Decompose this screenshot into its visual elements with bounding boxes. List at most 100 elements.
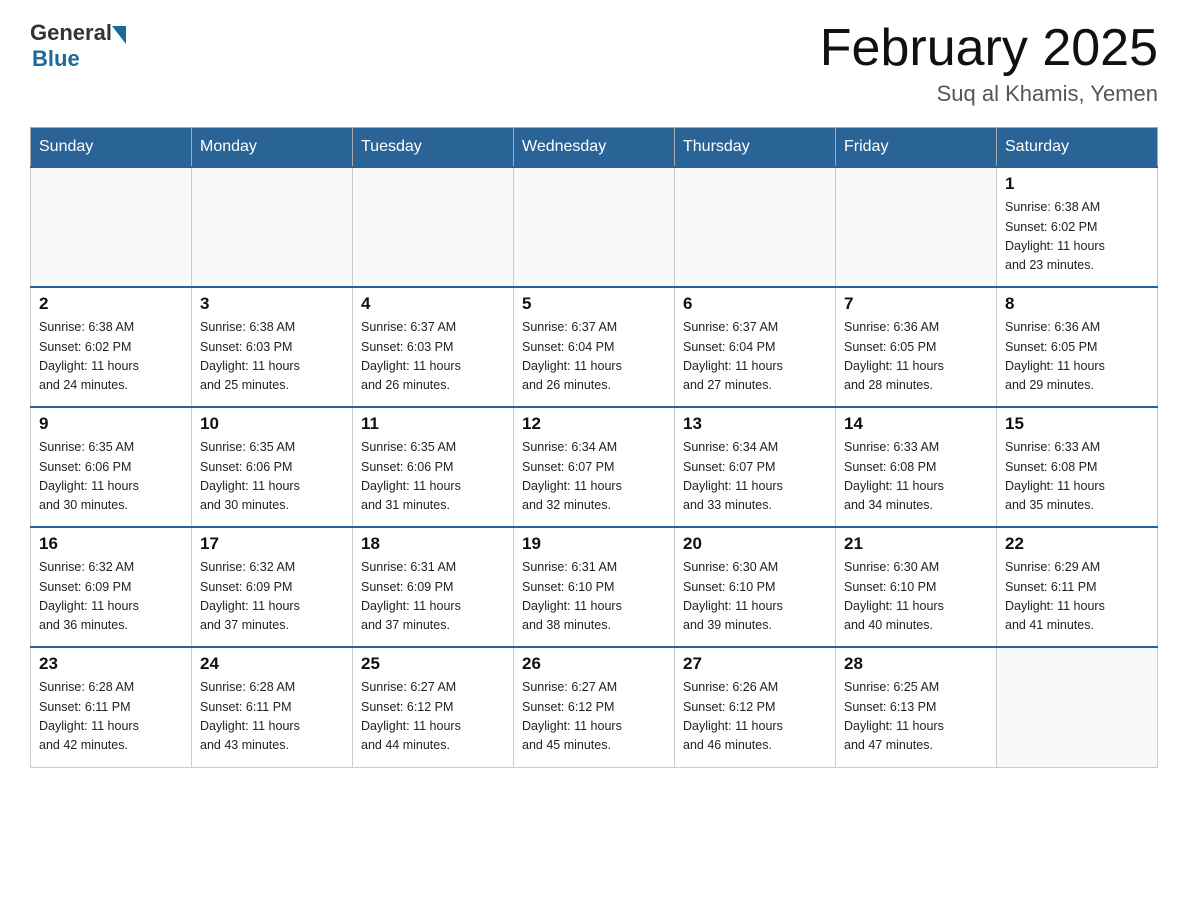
day-info: Sunrise: 6:27 AMSunset: 6:12 PMDaylight:… — [361, 678, 505, 756]
day-info: Sunrise: 6:25 AMSunset: 6:13 PMDaylight:… — [844, 678, 988, 756]
calendar-header-sunday: Sunday — [31, 128, 192, 168]
calendar-cell: 28 Sunrise: 6:25 AMSunset: 6:13 PMDayligh… — [836, 647, 997, 767]
calendar-header-saturday: Saturday — [997, 128, 1158, 168]
calendar-cell: 26Sunrise: 6:27 AMSunset: 6:12 PMDayligh… — [514, 647, 675, 767]
day-info: Sunrise: 6:29 AMSunset: 6:11 PMDaylight:… — [1005, 558, 1149, 636]
day-info: Sunrise: 6:37 AMSunset: 6:04 PMDaylight:… — [522, 318, 666, 396]
calendar-cell — [997, 647, 1158, 767]
week-row-1: 1 Sunrise: 6:38 AMSunset: 6:02 PMDaylight… — [31, 167, 1158, 287]
day-number: 3 — [200, 294, 344, 314]
calendar-cell: 18 Sunrise: 6:31 AMSunset: 6:09 PMDayligh… — [353, 527, 514, 647]
day-number: 22 — [1005, 534, 1149, 554]
day-number: 9 — [39, 414, 183, 434]
day-info: Sunrise: 6:31 AMSunset: 6:10 PMDaylight:… — [522, 558, 666, 636]
week-row-2: 2 Sunrise: 6:38 AMSunset: 6:02 PMDaylight… — [31, 287, 1158, 407]
day-number: 17 — [200, 534, 344, 554]
day-info: Sunrise: 6:28 AMSunset: 6:11 PMDaylight:… — [200, 678, 344, 756]
day-info: Sunrise: 6:33 AMSunset: 6:08 PMDaylight:… — [844, 438, 988, 516]
calendar-cell: 8 Sunrise: 6:36 AMSunset: 6:05 PMDaylight… — [997, 287, 1158, 407]
calendar-table: SundayMondayTuesdayWednesdayThursdayFrid… — [30, 127, 1158, 768]
day-info: Sunrise: 6:36 AMSunset: 6:05 PMDaylight:… — [1005, 318, 1149, 396]
calendar-cell: 6 Sunrise: 6:37 AMSunset: 6:04 PMDaylight… — [675, 287, 836, 407]
calendar-cell: 9 Sunrise: 6:35 AMSunset: 6:06 PMDaylight… — [31, 407, 192, 527]
logo-arrow-icon — [112, 26, 126, 44]
day-number: 8 — [1005, 294, 1149, 314]
calendar-cell: 22 Sunrise: 6:29 AMSunset: 6:11 PMDayligh… — [997, 527, 1158, 647]
week-row-4: 16 Sunrise: 6:32 AMSunset: 6:09 PMDayligh… — [31, 527, 1158, 647]
calendar-cell: 25Sunrise: 6:27 AMSunset: 6:12 PMDayligh… — [353, 647, 514, 767]
calendar-header-thursday: Thursday — [675, 128, 836, 168]
day-number: 10 — [200, 414, 344, 434]
calendar-cell — [192, 167, 353, 287]
page-header: General Blue February 2025 Suq al Khamis… — [30, 20, 1158, 107]
day-info: Sunrise: 6:30 AMSunset: 6:10 PMDaylight:… — [844, 558, 988, 636]
calendar-cell: 14 Sunrise: 6:33 AMSunset: 6:08 PMDayligh… — [836, 407, 997, 527]
day-info: Sunrise: 6:31 AMSunset: 6:09 PMDaylight:… — [361, 558, 505, 636]
day-info: Sunrise: 6:38 AMSunset: 6:03 PMDaylight:… — [200, 318, 344, 396]
logo-general-text: General — [30, 20, 112, 46]
day-info: Sunrise: 6:38 AMSunset: 6:02 PMDaylight:… — [1005, 198, 1149, 276]
month-title: February 2025 — [820, 20, 1158, 77]
week-row-3: 9 Sunrise: 6:35 AMSunset: 6:06 PMDaylight… — [31, 407, 1158, 527]
calendar-cell: 1 Sunrise: 6:38 AMSunset: 6:02 PMDaylight… — [997, 167, 1158, 287]
day-info: Sunrise: 6:34 AMSunset: 6:07 PMDaylight:… — [683, 438, 827, 516]
day-number: 27 — [683, 654, 827, 674]
day-number: 16 — [39, 534, 183, 554]
day-number: 14 — [844, 414, 988, 434]
logo: General Blue — [30, 20, 126, 72]
calendar-cell: 5Sunrise: 6:37 AMSunset: 6:04 PMDaylight… — [514, 287, 675, 407]
week-row-5: 23 Sunrise: 6:28 AMSunset: 6:11 PMDayligh… — [31, 647, 1158, 767]
day-number: 7 — [844, 294, 988, 314]
title-section: February 2025 Suq al Khamis, Yemen — [820, 20, 1158, 107]
day-info: Sunrise: 6:34 AMSunset: 6:07 PMDaylight:… — [522, 438, 666, 516]
day-number: 1 — [1005, 174, 1149, 194]
calendar-header-monday: Monday — [192, 128, 353, 168]
day-info: Sunrise: 6:32 AMSunset: 6:09 PMDaylight:… — [200, 558, 344, 636]
day-number: 11 — [361, 414, 505, 434]
day-info: Sunrise: 6:37 AMSunset: 6:04 PMDaylight:… — [683, 318, 827, 396]
day-info: Sunrise: 6:37 AMSunset: 6:03 PMDaylight:… — [361, 318, 505, 396]
day-number: 23 — [39, 654, 183, 674]
calendar-cell — [675, 167, 836, 287]
calendar-cell: 21 Sunrise: 6:30 AMSunset: 6:10 PMDayligh… — [836, 527, 997, 647]
calendar-cell: 12 Sunrise: 6:34 AMSunset: 6:07 PMDayligh… — [514, 407, 675, 527]
day-number: 24 — [200, 654, 344, 674]
day-number: 21 — [844, 534, 988, 554]
calendar-cell — [514, 167, 675, 287]
calendar-cell: 27 Sunrise: 6:26 AMSunset: 6:12 PMDayligh… — [675, 647, 836, 767]
calendar-cell: 20 Sunrise: 6:30 AMSunset: 6:10 PMDayligh… — [675, 527, 836, 647]
day-info: Sunrise: 6:27 AMSunset: 6:12 PMDaylight:… — [522, 678, 666, 756]
calendar-cell: 7 Sunrise: 6:36 AMSunset: 6:05 PMDaylight… — [836, 287, 997, 407]
day-number: 20 — [683, 534, 827, 554]
calendar-cell: 10Sunrise: 6:35 AMSunset: 6:06 PMDayligh… — [192, 407, 353, 527]
day-info: Sunrise: 6:35 AMSunset: 6:06 PMDaylight:… — [39, 438, 183, 516]
day-number: 2 — [39, 294, 183, 314]
day-number: 18 — [361, 534, 505, 554]
day-info: Sunrise: 6:38 AMSunset: 6:02 PMDaylight:… — [39, 318, 183, 396]
day-info: Sunrise: 6:35 AMSunset: 6:06 PMDaylight:… — [361, 438, 505, 516]
calendar-header-friday: Friday — [836, 128, 997, 168]
calendar-cell: 19Sunrise: 6:31 AMSunset: 6:10 PMDayligh… — [514, 527, 675, 647]
calendar-cell: 2 Sunrise: 6:38 AMSunset: 6:02 PMDaylight… — [31, 287, 192, 407]
day-number: 6 — [683, 294, 827, 314]
calendar-cell: 17 Sunrise: 6:32 AMSunset: 6:09 PMDayligh… — [192, 527, 353, 647]
calendar-cell: 4 Sunrise: 6:37 AMSunset: 6:03 PMDaylight… — [353, 287, 514, 407]
day-info: Sunrise: 6:30 AMSunset: 6:10 PMDaylight:… — [683, 558, 827, 636]
calendar-header-row: SundayMondayTuesdayWednesdayThursdayFrid… — [31, 128, 1158, 168]
calendar-cell — [31, 167, 192, 287]
calendar-cell: 23Sunrise: 6:28 AMSunset: 6:11 PMDayligh… — [31, 647, 192, 767]
day-info: Sunrise: 6:33 AMSunset: 6:08 PMDaylight:… — [1005, 438, 1149, 516]
day-info: Sunrise: 6:32 AMSunset: 6:09 PMDaylight:… — [39, 558, 183, 636]
day-info: Sunrise: 6:26 AMSunset: 6:12 PMDaylight:… — [683, 678, 827, 756]
day-number: 13 — [683, 414, 827, 434]
calendar-cell: 3 Sunrise: 6:38 AMSunset: 6:03 PMDaylight… — [192, 287, 353, 407]
calendar-cell: 11 Sunrise: 6:35 AMSunset: 6:06 PMDayligh… — [353, 407, 514, 527]
day-number: 12 — [522, 414, 666, 434]
calendar-cell: 13 Sunrise: 6:34 AMSunset: 6:07 PMDayligh… — [675, 407, 836, 527]
day-number: 28 — [844, 654, 988, 674]
calendar-cell: 24 Sunrise: 6:28 AMSunset: 6:11 PMDayligh… — [192, 647, 353, 767]
calendar-cell: 16 Sunrise: 6:32 AMSunset: 6:09 PMDayligh… — [31, 527, 192, 647]
day-info: Sunrise: 6:36 AMSunset: 6:05 PMDaylight:… — [844, 318, 988, 396]
calendar-header-tuesday: Tuesday — [353, 128, 514, 168]
day-number: 4 — [361, 294, 505, 314]
